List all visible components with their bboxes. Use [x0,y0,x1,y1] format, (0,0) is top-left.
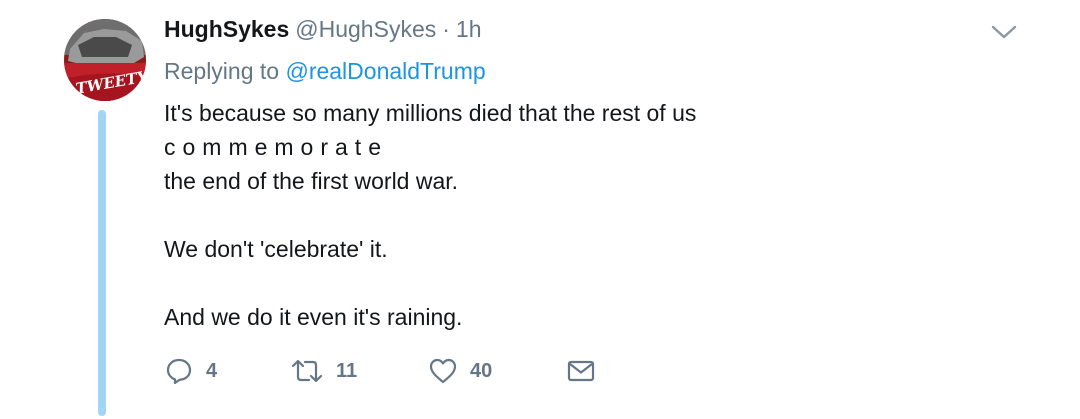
direct-message-button[interactable] [566,356,596,386]
reply-count: 4 [206,359,218,382]
chevron-down-icon [991,25,1017,39]
tweet-text-line: It's because so many millions died that … [164,100,697,126]
replying-to: Replying to @realDonaldTrump [164,58,486,85]
tweet-actions: 4 11 40 [164,354,596,388]
like-button[interactable]: 40 [428,356,566,386]
tweet-text-line: We don't 'celebrate' it. [164,236,388,262]
like-count: 40 [470,359,493,382]
author-display-name[interactable]: HughSykes [164,16,289,43]
retweet-count: 11 [336,359,358,382]
tweet-header: HughSykes @HughSykes · 1h [164,16,482,48]
reply-icon [166,358,192,385]
tweet-text-line: And we do it even it's raining. [164,304,463,330]
paragraph-break [164,198,964,232]
more-options-button[interactable] [990,22,1018,42]
replying-to-label: Replying to [164,58,280,84]
avatar[interactable]: TWEETY [64,19,146,101]
reply-button[interactable]: 4 [164,356,290,386]
author-handle[interactable]: @HughSykes [295,16,436,43]
tweet-timestamp[interactable]: 1h [456,16,482,43]
retweet-icon [291,359,323,383]
envelope-icon [567,360,595,382]
tweet-text: It's because so many millions died that … [164,96,964,334]
thread-line [98,110,106,416]
tweet-text-line: commemorate [164,134,388,160]
header-separator: · [442,16,450,42]
retweet-button[interactable]: 11 [290,356,428,386]
replying-to-mention[interactable]: @realDonaldTrump [285,58,485,84]
paragraph-break [164,266,964,300]
tweet: TWEETY HughSykes @HughSykes · 1h Replyin… [0,0,1080,419]
tweet-text-line: the end of the first world war. [164,168,459,194]
heart-icon [429,358,457,384]
